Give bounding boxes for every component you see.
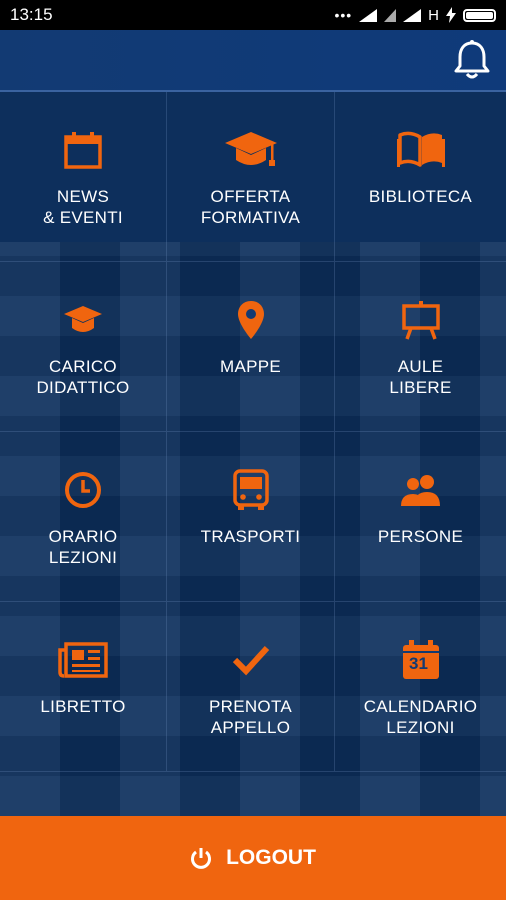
charging-icon xyxy=(446,7,456,23)
calendar-day-number: 31 xyxy=(409,654,428,673)
network-type-label: H xyxy=(428,6,439,24)
notification-dots-icon: ••• xyxy=(334,7,353,23)
menu-label: CALENDARIO LEZIONI xyxy=(363,697,478,737)
signal-icon xyxy=(359,8,378,22)
status-bar: 13:15 ••• H xyxy=(0,0,506,30)
menu-label: NEWS & EVENTI xyxy=(43,187,123,227)
menu-item-trasporti[interactable]: TRASPORTI xyxy=(167,432,335,602)
menu-label: ORARIO LEZIONI xyxy=(48,527,118,567)
mortarboard-icon xyxy=(61,298,105,342)
status-icons: ••• H xyxy=(334,7,496,24)
menu-item-prenota-appello[interactable]: PRENOTA APPELLO xyxy=(167,602,335,772)
menu-label: PERSONE xyxy=(377,527,464,546)
map-pin-icon xyxy=(229,298,273,342)
calendar-icon xyxy=(61,128,105,172)
signal-icon-2 xyxy=(403,8,422,22)
menu-grid: NEWS & EVENTI OFFERTA FORMATIVA BIBLIOTE… xyxy=(0,92,506,816)
menu-item-calendario-lezioni[interactable]: 31 CALENDARIO LEZIONI xyxy=(335,602,506,772)
logout-button[interactable]: LOGOUT xyxy=(0,816,506,900)
menu-label: CARICO DIDATTICO xyxy=(36,357,130,397)
menu-label: OFFERTA FORMATIVA xyxy=(200,187,301,227)
logout-label: LOGOUT xyxy=(226,846,316,869)
menu-item-news-eventi[interactable]: NEWS & EVENTI xyxy=(0,92,167,262)
menu-label: BIBLIOTECA xyxy=(368,187,473,206)
app-header xyxy=(0,30,506,92)
calendar-31-icon: 31 xyxy=(399,638,443,682)
bus-icon xyxy=(229,468,273,512)
menu-item-offerta-formativa[interactable]: OFFERTA FORMATIVA xyxy=(167,92,335,262)
menu-label: PRENOTA APPELLO xyxy=(208,697,293,737)
bell-icon[interactable] xyxy=(452,39,492,81)
people-icon xyxy=(399,468,443,512)
status-time: 13:15 xyxy=(10,5,53,24)
menu-item-carico-didattico[interactable]: CARICO DIDATTICO xyxy=(0,262,167,432)
menu-item-mappe[interactable]: MAPPE xyxy=(167,262,335,432)
graduation-cap-icon xyxy=(224,128,278,172)
menu-label: MAPPE xyxy=(219,357,282,376)
menu-item-biblioteca[interactable]: BIBLIOTECA xyxy=(335,92,506,262)
book-icon xyxy=(396,128,446,172)
menu-item-persone[interactable]: PERSONE xyxy=(335,432,506,602)
easel-icon xyxy=(399,298,443,342)
check-icon xyxy=(229,638,273,682)
menu-label: TRASPORTI xyxy=(200,527,301,546)
power-icon xyxy=(190,847,212,869)
wifi-icon xyxy=(384,8,397,22)
menu-item-libretto[interactable]: LIBRETTO xyxy=(0,602,167,772)
menu-label: AULE LIBERE xyxy=(389,357,452,397)
menu-label: LIBRETTO xyxy=(40,697,126,716)
clock-icon xyxy=(61,468,105,512)
menu-item-orario-lezioni[interactable]: ORARIO LEZIONI xyxy=(0,432,167,602)
newspaper-icon xyxy=(57,638,109,682)
battery-icon xyxy=(463,8,496,22)
menu-item-aule-libere[interactable]: AULE LIBERE xyxy=(335,262,506,432)
